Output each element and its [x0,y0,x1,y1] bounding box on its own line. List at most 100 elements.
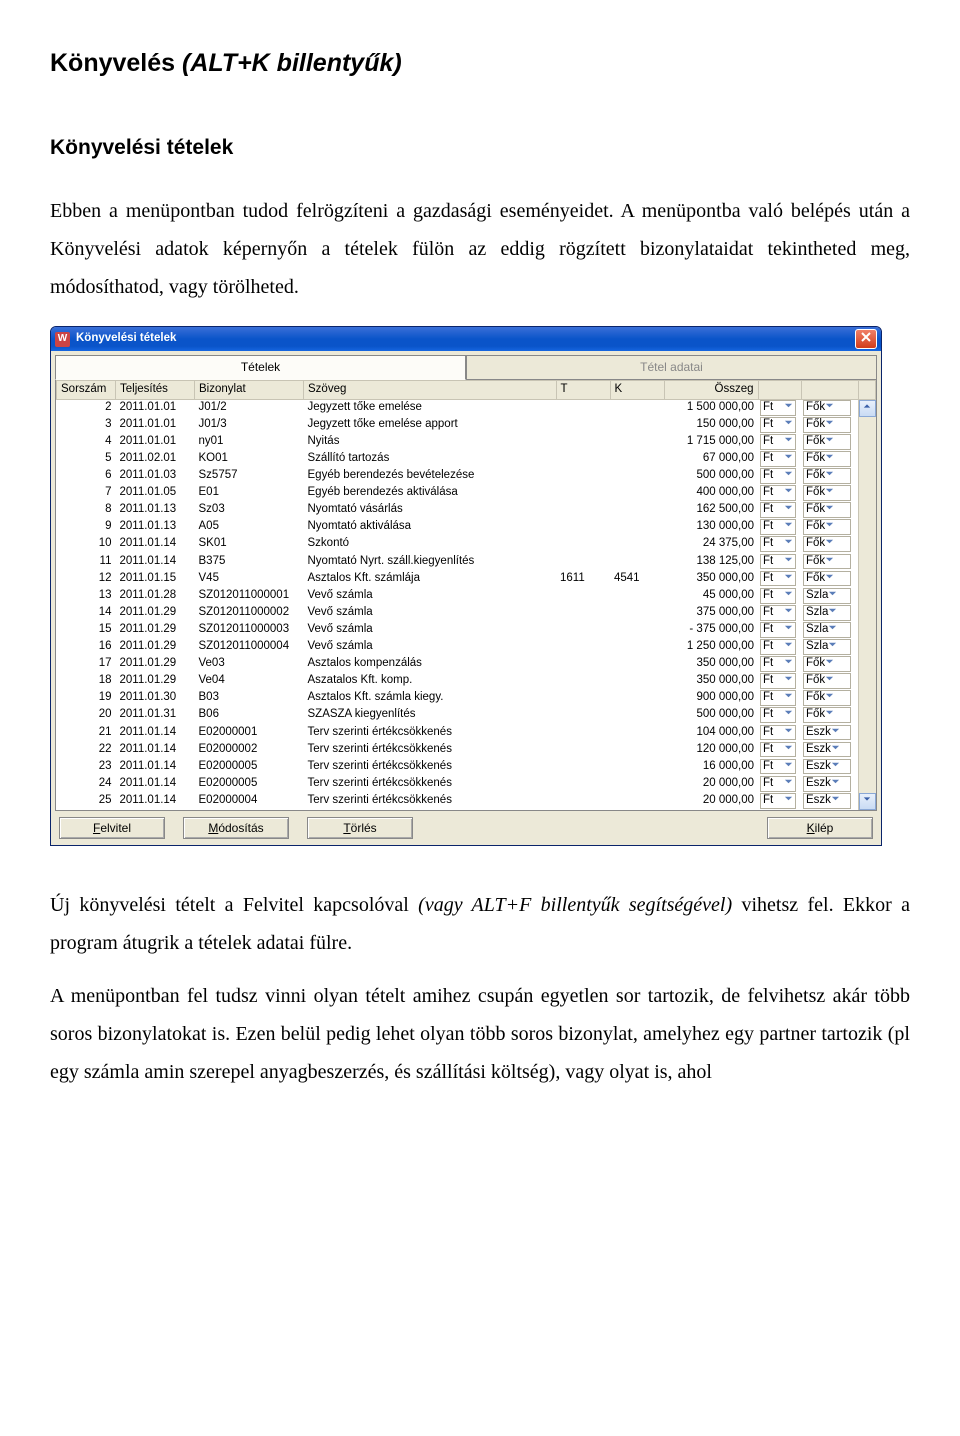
table-row[interactable]: 92011.01.13A05Nyomtató aktiválása130 000… [57,519,876,536]
type-dropdown[interactable]: Fők [803,400,851,416]
unit-dropdown[interactable]: Ft [760,588,796,604]
col-osszeg[interactable]: Összeg [664,380,758,399]
table-row[interactable]: 162011.01.29SZ012011000004Vevő számla1 2… [57,638,876,655]
kilep-button[interactable]: Kilép [767,817,873,839]
unit-dropdown[interactable]: Ft [760,622,796,638]
type-dropdown[interactable]: Szla [803,588,851,604]
type-dropdown[interactable]: Fők [803,451,851,467]
col-teljesites[interactable]: Teljesítés [116,380,195,399]
table-row[interactable]: 152011.01.29SZ012011000003Vevő számla- 3… [57,621,876,638]
type-dropdown[interactable]: Eszk [803,776,851,792]
cell-teljesites: 2011.01.14 [116,775,195,792]
unit-dropdown[interactable]: Ft [760,742,796,758]
modositas-button[interactable]: Módosítás [183,817,289,839]
type-dropdown[interactable]: Fők [803,571,851,587]
type-dropdown[interactable]: Fők [803,673,851,689]
unit-dropdown[interactable]: Ft [760,793,796,809]
scroll-up-button[interactable] [859,400,876,417]
type-dropdown[interactable]: Fők [803,468,851,484]
table-row[interactable]: 82011.01.13Sz03Nyomtató vásárlás162 500,… [57,502,876,519]
table-row[interactable]: 62011.01.03Sz5757Egyéb berendezés bevéte… [57,467,876,484]
table-row[interactable]: 52011.02.01KO01Szállító tartozás67 000,0… [57,450,876,467]
table-row[interactable]: 212011.01.14E02000001Terv szerinti érték… [57,724,876,741]
type-dropdown[interactable]: Fők [803,536,851,552]
type-dropdown[interactable]: Fők [803,554,851,570]
type-dropdown[interactable]: Fők [803,417,851,433]
type-dropdown[interactable]: Eszk [803,793,851,809]
tab-tetelek[interactable]: Tételek [55,355,466,379]
type-dropdown[interactable]: Eszk [803,759,851,775]
unit-dropdown[interactable]: Ft [760,725,796,741]
table-row[interactable]: 242011.01.14E02000005Terv szerinti érték… [57,775,876,792]
type-dropdown[interactable]: Eszk [803,742,851,758]
table-row[interactable]: 232011.01.14E02000005Terv szerinti érték… [57,758,876,775]
table-row[interactable]: 252011.01.14E02000004Terv szerinti érték… [57,792,876,809]
col-t[interactable]: T [556,380,610,399]
col-sorszam[interactable]: Sorszám [57,380,116,399]
unit-dropdown[interactable]: Ft [760,519,796,535]
col-bizonylat[interactable]: Bizonylat [195,380,304,399]
unit-dropdown[interactable]: Ft [760,759,796,775]
unit-dropdown[interactable]: Ft [760,673,796,689]
table-row[interactable]: 202011.01.31B06SZASZA kiegyenlítés500 00… [57,707,876,724]
type-dropdown[interactable]: Fők [803,690,851,706]
type-dropdown[interactable]: Szla [803,622,851,638]
cell-bizonylat: Sz5757 [195,467,304,484]
table-row[interactable]: 22011.01.01J01/2Jegyzett tőke emelése1 5… [57,399,876,416]
type-dropdown[interactable]: Fők [803,502,851,518]
table-row[interactable]: 222011.01.14E02000002Terv szerinti érték… [57,741,876,758]
table-row[interactable]: 72011.01.05E01Egyéb berendezés aktiválás… [57,485,876,502]
unit-dropdown[interactable]: Ft [760,502,796,518]
unit-dropdown[interactable]: Ft [760,571,796,587]
type-dropdown[interactable]: Eszk [803,725,851,741]
close-button[interactable] [855,329,877,349]
type-dropdown[interactable]: Szla [803,639,851,655]
type-dropdown[interactable]: Fők [803,707,851,723]
table-row[interactable]: 122011.01.15V45Asztalos Kft. számlája161… [57,570,876,587]
unit-dropdown[interactable]: Ft [760,776,796,792]
col-k[interactable]: K [610,380,664,399]
unit-dropdown[interactable]: Ft [760,536,796,552]
table-row[interactable]: 132011.01.28SZ012011000001Vevő számla45 … [57,587,876,604]
type-dropdown[interactable]: Fők [803,519,851,535]
unit-dropdown[interactable]: Ft [760,605,796,621]
unit-dropdown[interactable]: Ft [760,656,796,672]
felvitel-button[interactable]: Felvitel [59,817,165,839]
scroll-down-button[interactable] [859,793,876,810]
paragraph-multirow: A menüpontban fel tudsz vinni olyan téte… [50,977,910,1091]
type-dropdown[interactable]: Szla [803,605,851,621]
table-row[interactable]: 112011.01.14B375Nyomtató Nyrt. száll.kie… [57,553,876,570]
unit-dropdown[interactable]: Ft [760,468,796,484]
type-dropdown[interactable]: Fők [803,485,851,501]
table-row[interactable]: 172011.01.29Ve03Asztalos kompenzálás350 … [57,655,876,672]
table-row[interactable]: 102011.01.14SK01Szkontó24 375,00FtFők [57,536,876,553]
type-dropdown[interactable]: Fők [803,656,851,672]
cell-teljesites: 2011.01.14 [116,553,195,570]
unit-dropdown[interactable]: Ft [760,690,796,706]
cell-unit: Ft [758,775,801,792]
unit-dropdown[interactable]: Ft [760,434,796,450]
type-dropdown[interactable]: Fők [803,434,851,450]
unit-dropdown[interactable]: Ft [760,485,796,501]
cell-unit: Ft [758,604,801,621]
table-row[interactable]: 142011.01.29SZ012011000002Vevő számla375… [57,604,876,621]
col-szoveg[interactable]: Szöveg [304,380,557,399]
window-titlebar[interactable]: W Könyvelési tételek [51,327,881,351]
table-row[interactable]: 182011.01.29Ve04Aszatalos Kft. komp.350 … [57,673,876,690]
tab-tetel-adatai[interactable]: Tétel adatai [466,355,877,379]
cell-bizonylat: E02000005 [195,775,304,792]
scrollbar[interactable] [858,399,876,810]
unit-dropdown[interactable]: Ft [760,639,796,655]
unit-dropdown[interactable]: Ft [760,417,796,433]
cell-osszeg: 375 000,00 [664,604,758,621]
cell-osszeg: 350 000,00 [664,570,758,587]
table-row[interactable]: 42011.01.01ny01Nyitás1 715 000,00FtFők [57,433,876,450]
chevron-down-icon [825,435,834,449]
torles-button[interactable]: Törlés [307,817,413,839]
unit-dropdown[interactable]: Ft [760,451,796,467]
unit-dropdown[interactable]: Ft [760,707,796,723]
table-row[interactable]: 32011.01.01J01/3Jegyzett tőke emelése ap… [57,416,876,433]
unit-dropdown[interactable]: Ft [760,400,796,416]
table-row[interactable]: 192011.01.30B03Asztalos Kft. számla kieg… [57,690,876,707]
unit-dropdown[interactable]: Ft [760,554,796,570]
